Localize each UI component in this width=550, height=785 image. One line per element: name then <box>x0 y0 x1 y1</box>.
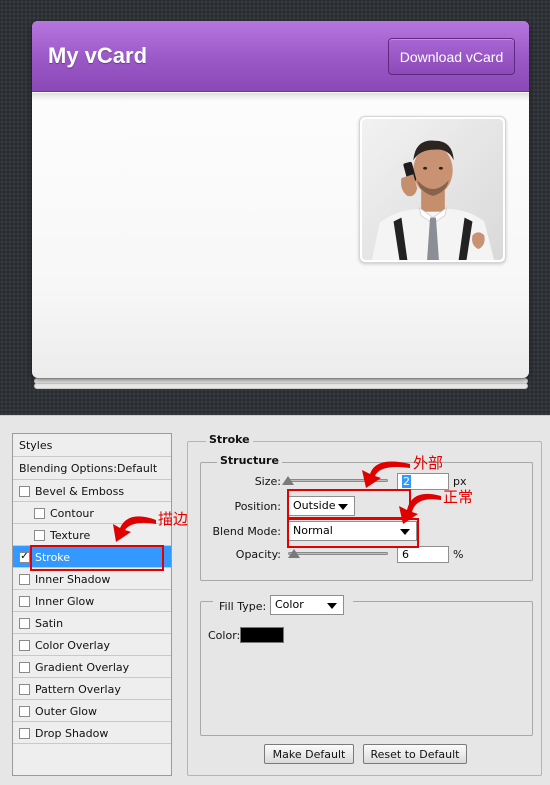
download-vcard-button[interactable]: Download vCard <box>388 38 515 75</box>
annotation-arrows <box>113 461 441 542</box>
profile-photo <box>362 119 503 260</box>
header-shadow <box>32 93 529 101</box>
layer-style-dialog: Styles Blending Options:Default Bevel & … <box>0 415 550 785</box>
arrow-icon <box>362 461 410 488</box>
arrow-icon <box>113 516 156 542</box>
arrow-icon <box>399 493 441 524</box>
vcard-preview: My vCard Download vCard <box>0 0 550 415</box>
vcard: My vCard Download vCard <box>32 21 529 378</box>
vcard-title: My vCard <box>48 43 148 68</box>
profile-photo-frame <box>359 116 506 263</box>
vcard-header: My vCard Download vCard <box>32 21 529 92</box>
card-stack-edge <box>34 378 528 384</box>
